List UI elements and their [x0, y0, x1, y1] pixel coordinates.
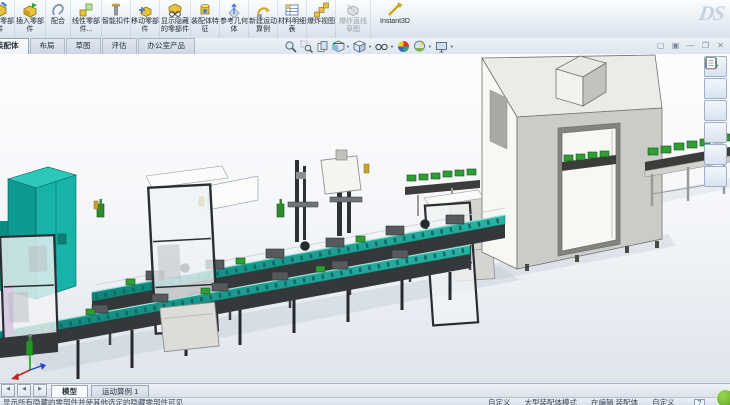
mate-icon — [50, 2, 66, 18]
view-palette-icon[interactable] — [704, 122, 727, 143]
assembly-features-icon — [197, 2, 213, 18]
new-motion-study-icon — [255, 2, 271, 18]
control-box[interactable] — [160, 302, 219, 352]
close-icon[interactable]: ✕ — [715, 39, 726, 52]
solidworks-window: 编辑零部件 插入零部件 配合 线性零部件... 智能扣件 移动零部件 显示隐藏的… — [0, 0, 730, 405]
command-manager-ribbon: 编辑零部件 插入零部件 配合 线性零部件... 智能扣件 移动零部件 显示隐藏的… — [0, 0, 730, 39]
reference-geometry-icon — [226, 2, 242, 18]
help-icon[interactable]: ? — [694, 399, 705, 405]
custom-properties-icon[interactable] — [704, 166, 727, 187]
status-customize-left[interactable]: 自定义 — [488, 398, 511, 405]
ribbon-button-exploded-view[interactable]: 爆炸视图 — [307, 0, 336, 38]
ribbon-button-smart-fasteners[interactable]: 智能扣件 — [102, 0, 131, 38]
file-explorer-icon[interactable] — [704, 100, 727, 121]
previous-view-icon[interactable] — [315, 39, 329, 53]
ribbon-button-insert-component[interactable]: 插入零部件 — [15, 0, 46, 38]
ribbon-button-explode-line-sketch[interactable]: 爆炸直线草图 — [336, 0, 371, 38]
tab-assembly[interactable]: 装配体 — [0, 38, 29, 54]
apply-scene-icon[interactable] — [413, 39, 427, 53]
show-hidden-components-icon — [167, 2, 183, 18]
ribbon-button-mate[interactable]: 配合 — [46, 0, 71, 38]
dassault-systemes-logo: DS — [697, 1, 725, 26]
linear-pattern-icon — [78, 2, 94, 18]
viewport-3d[interactable] — [0, 54, 730, 383]
design-library-icon[interactable] — [704, 78, 727, 99]
view-settings-icon[interactable] — [435, 39, 449, 53]
edit-appearance-icon[interactable] — [397, 39, 411, 53]
chevron-down-icon[interactable]: ▼ — [428, 44, 432, 49]
move-component-icon — [137, 2, 153, 18]
appearances-icon[interactable] — [704, 144, 727, 165]
ribbon-button-assembly-features[interactable]: 装配体特征 — [191, 0, 220, 38]
explode-line-sketch-icon — [345, 2, 361, 18]
tab-office-products[interactable]: 办公室产品 — [138, 38, 196, 54]
edit-component-icon — [0, 2, 8, 18]
window-pane-icon[interactable]: ▢ — [655, 39, 666, 52]
task-pane — [704, 56, 727, 187]
machine-doorway[interactable] — [558, 123, 620, 256]
tab-layout[interactable]: 布局 — [30, 38, 65, 54]
tab-evaluate[interactable]: 评估 — [102, 38, 137, 54]
chevron-down-icon[interactable]: ▼ — [346, 44, 350, 49]
section-view-icon[interactable] — [331, 39, 345, 53]
view-orientation-icon[interactable] — [353, 39, 367, 53]
ribbon-button-instant3d[interactable]: Instant3D — [371, 0, 419, 38]
window-pane-icon[interactable]: ▣ — [670, 39, 681, 52]
graphics-area[interactable] — [0, 54, 730, 383]
status-customize-right[interactable]: 自定义 — [652, 398, 675, 405]
nav-prev-icon[interactable]: ◀ — [17, 384, 31, 397]
assistant-bubble-icon[interactable] — [716, 389, 730, 405]
ribbon-button-show-hidden-components[interactable]: 显示隐藏的零部件 — [160, 0, 191, 38]
model-tab-bar: ◀ ◀ ▶ 模型 运动算例 1 — [0, 383, 730, 398]
insert-component-icon — [22, 2, 38, 18]
safety-enclosure-left[interactable] — [0, 235, 58, 341]
green-carriers — [407, 169, 476, 181]
ribbon-button-linear-component-pattern[interactable]: 线性零部件... — [71, 0, 102, 38]
document-window-controls: ▢ ▣ — ❐ ✕ — [655, 39, 726, 52]
ribbon-button-bill-of-materials[interactable]: 材料明细表 — [278, 0, 307, 38]
smart-fasteners-icon — [108, 2, 124, 18]
minimize-icon[interactable]: — — [685, 39, 696, 52]
heads-up-view-toolbar: ▼ ▼ ▼ ▼ ▼ — [283, 39, 455, 53]
ribbon-button-reference-geometry[interactable]: 参考几何体 — [220, 0, 249, 38]
chute-panel[interactable] — [208, 176, 258, 210]
status-editing-state: 在编辑 装配体 — [591, 398, 638, 405]
chevron-down-icon[interactable]: ▼ — [368, 44, 372, 49]
nav-next-icon[interactable]: ▶ — [33, 384, 47, 397]
zoom-to-area-icon[interactable] — [299, 39, 313, 53]
display-style-icon[interactable] — [375, 39, 389, 53]
command-tabs: 装配体 布局 草图 评估 办公室产品 — [0, 38, 196, 54]
side-opening[interactable] — [490, 90, 507, 149]
ribbon-button-move-component[interactable]: 移动零部件 — [131, 0, 160, 38]
bill-of-materials-icon — [284, 2, 300, 18]
command-tab-band: 装配体 布局 草图 评估 办公室产品 ▼ ▼ ▼ ▼ ▼ ▢ ▣ — ❐ — [0, 38, 730, 55]
instant3d-icon — [387, 2, 403, 18]
tab-sketch[interactable]: 草图 — [66, 38, 101, 54]
hopper[interactable] — [321, 156, 361, 194]
nav-first-icon[interactable]: ◀ — [1, 384, 15, 397]
chevron-down-icon[interactable]: ▼ — [450, 44, 454, 49]
status-large-assembly-mode[interactable]: 大型装配体模式 — [525, 398, 578, 405]
status-bar: 显示所有隐藏的零部件并使其他选定的隐藏零部件可见 自定义 大型装配体模式 在编辑… — [0, 397, 730, 405]
ribbon-button-new-motion-study[interactable]: 新建运动算例 — [249, 0, 278, 38]
chevron-down-icon[interactable]: ▼ — [390, 44, 394, 49]
assembly-station[interactable] — [288, 150, 369, 242]
restore-icon[interactable]: ❐ — [700, 39, 711, 52]
ribbon-button-edit-component[interactable]: 编辑零部件 — [0, 0, 15, 38]
status-message: 显示所有隐藏的零部件并使其他选定的隐藏零部件可见 — [3, 398, 183, 405]
zoom-to-fit-icon[interactable] — [283, 39, 297, 53]
exploded-view-icon — [313, 2, 329, 18]
valve-yellow — [364, 164, 369, 173]
